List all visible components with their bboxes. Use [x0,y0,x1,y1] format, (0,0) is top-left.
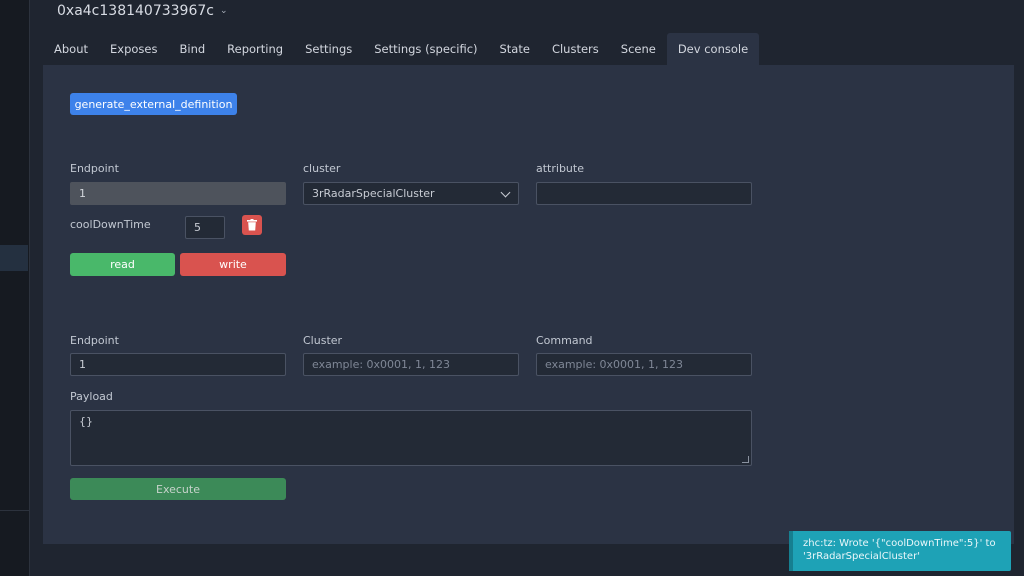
sidebar-divider [0,510,30,511]
toast-message-line2: '3rRadarSpecialCluster' [803,551,920,562]
attribute-label: attribute [536,162,584,175]
command-cluster-input[interactable]: example: 0x0001, 1, 123 [303,353,519,376]
tab-exposes[interactable]: Exposes [99,33,168,65]
generate-external-definition-button[interactable]: generate_external_definition [70,93,237,115]
trash-icon [247,219,257,231]
endpoint-label: Endpoint [70,162,119,175]
payload-label: Payload [70,390,113,403]
execute-button[interactable]: Execute [70,478,286,500]
tab-clusters[interactable]: Clusters [541,33,610,65]
delete-attribute-button[interactable] [242,215,262,235]
tab-settings[interactable]: Settings [294,33,363,65]
chevron-down-icon: ⌄ [219,6,228,16]
command-input[interactable]: example: 0x0001, 1, 123 [536,353,752,376]
device-title-dropdown[interactable]: 0xa4c138140733967c ⌄ [57,3,228,19]
tab-state[interactable]: State [489,33,541,65]
attribute-input[interactable] [536,182,752,205]
resize-grip-icon[interactable] [742,456,749,463]
toast-message-line1: zhc:tz: Wrote '{"coolDownTime":5}' to [803,538,996,549]
tab-bar: About Exposes Bind Reporting Settings Se… [43,33,760,65]
tab-about[interactable]: About [43,33,99,65]
endpoint-field[interactable]: 1 [70,182,286,205]
payload-value: {} [79,415,93,428]
command-endpoint-input[interactable]: 1 [70,353,286,376]
read-button[interactable]: read [70,253,175,276]
write-button[interactable]: write [180,253,286,276]
dev-console-panel [43,65,1014,544]
tab-settings-specific[interactable]: Settings (specific) [363,33,488,65]
toast-accent-bar [789,531,793,571]
command-cluster-placeholder: example: 0x0001, 1, 123 [312,358,451,371]
tab-dev-console[interactable]: Dev console [666,33,760,65]
cooldowntime-value-input[interactable]: 5 [185,216,225,239]
cluster-select[interactable]: 3rRadarSpecialCluster [303,182,519,205]
command-cluster-label: Cluster [303,334,343,347]
tab-reporting[interactable]: Reporting [216,33,294,65]
cluster-select-value: 3rRadarSpecialCluster [312,187,435,200]
tab-scene[interactable]: Scene [610,33,667,65]
attribute-name-label: coolDownTime [70,218,151,231]
tab-bind[interactable]: Bind [168,33,216,65]
command-label: Command [536,334,593,347]
notification-toast[interactable]: zhc:tz: Wrote '{"coolDownTime":5}' to '3… [789,531,1011,571]
cluster-label: cluster [303,162,341,175]
chevron-down-icon [500,187,511,198]
payload-textarea[interactable]: {} [70,410,752,466]
device-title: 0xa4c138140733967c [57,3,214,19]
sidebar-selected-item[interactable] [0,245,28,271]
command-placeholder: example: 0x0001, 1, 123 [545,358,684,371]
left-sidebar [0,0,30,576]
command-endpoint-label: Endpoint [70,334,119,347]
